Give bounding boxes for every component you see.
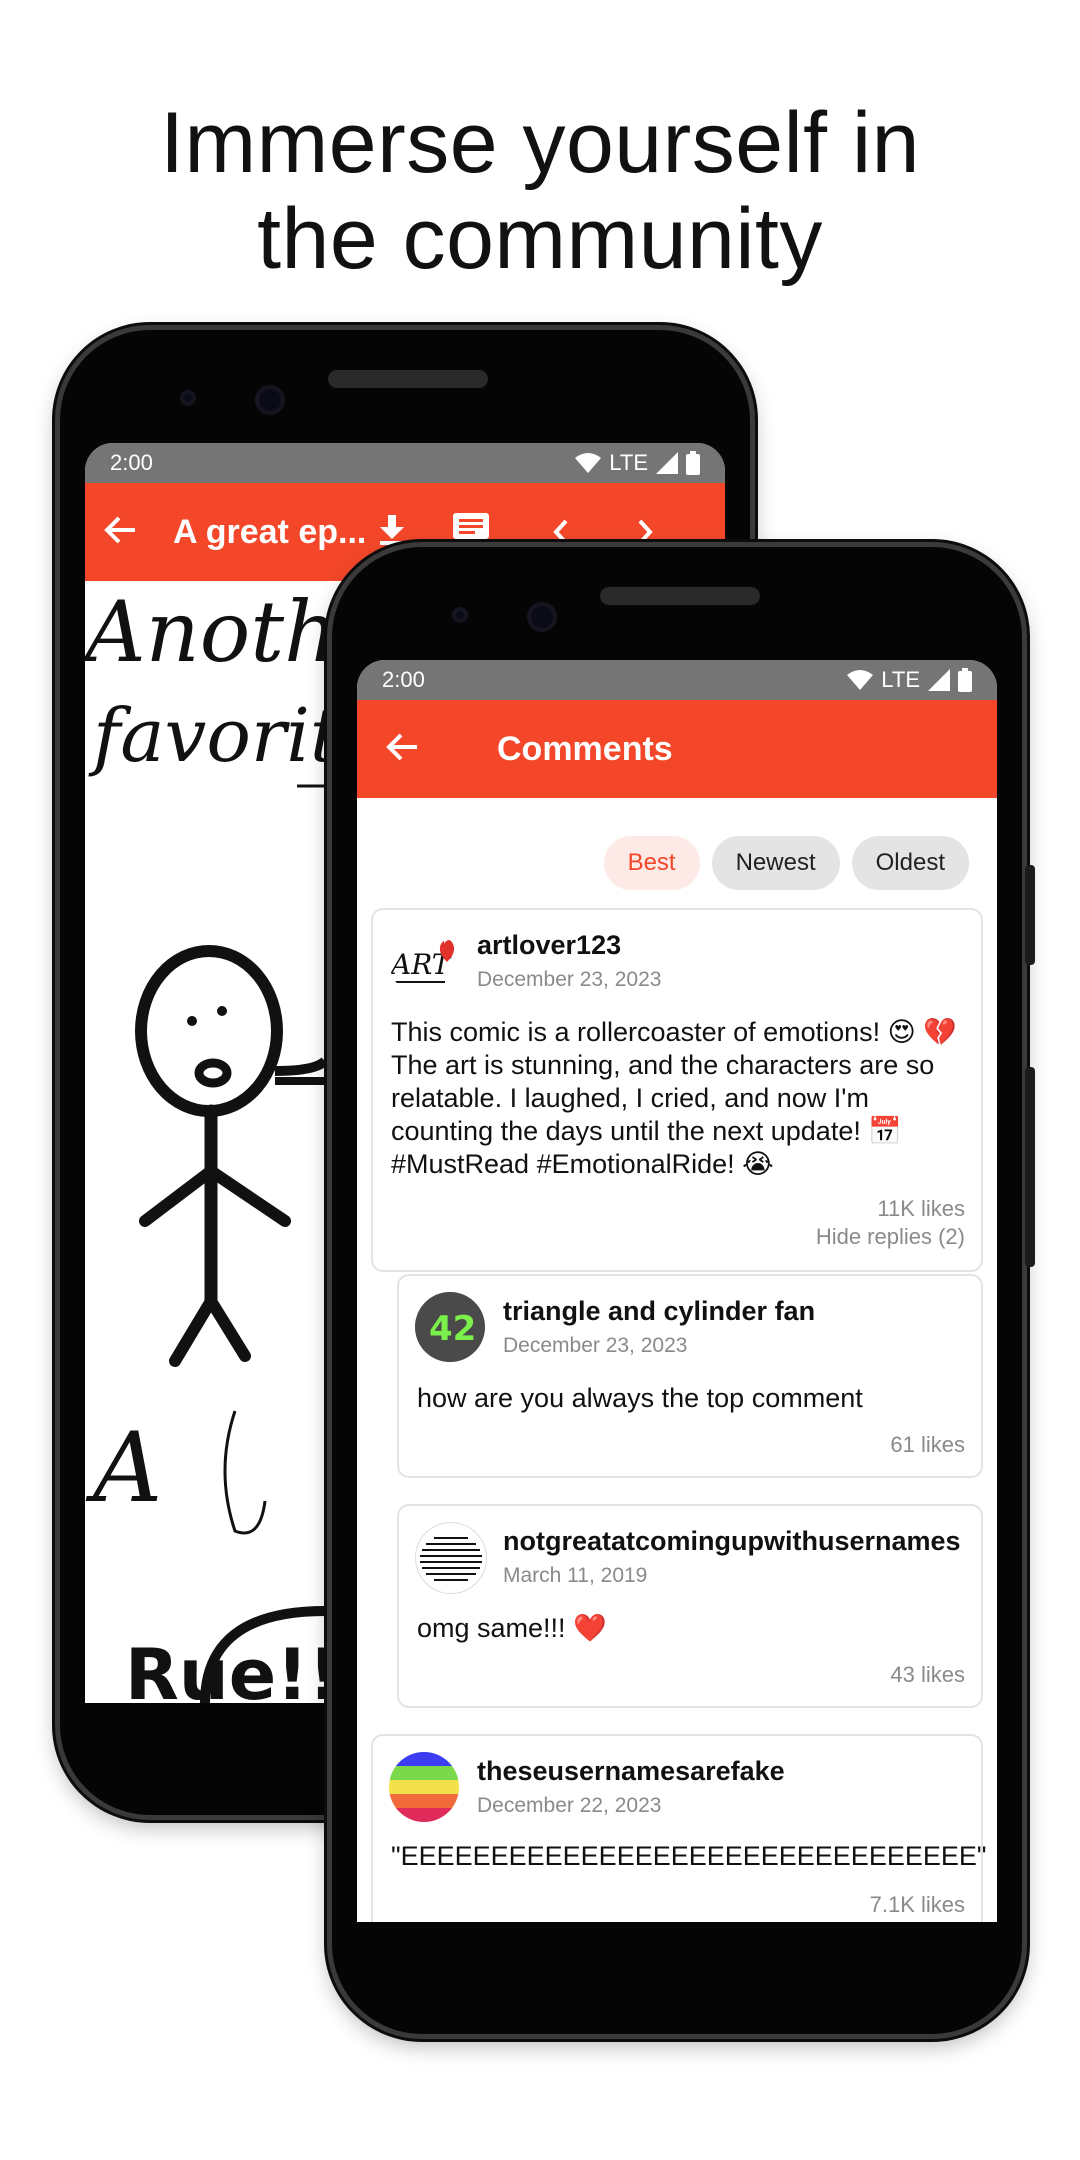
headline-line-1: Immerse yourself in	[160, 95, 920, 191]
avatar: 42	[415, 1292, 485, 1362]
battery-icon	[686, 451, 700, 475]
headline-line-2: the community	[257, 191, 823, 287]
comment-date: December 23, 2023	[477, 968, 662, 991]
comment-text: "EEEEEEEEEEEEEEEEEEEEEEEEEEEEEEEE"	[391, 1841, 987, 1871]
comic-speech-bubble: Rue!!	[125, 1634, 340, 1703]
page-title: Comments	[497, 729, 673, 768]
status-time: 2:00	[110, 450, 153, 475]
front-screen: 2:00 LTE Comments Best Newest Oldest ART	[357, 660, 997, 1922]
headline: Immerse yourself in the community	[0, 95, 1080, 287]
comment-date: March 11, 2019	[503, 1564, 648, 1587]
reply-card[interactable]: 42 triangle and cylinder fan December 23…	[397, 1274, 983, 1478]
comment-likes[interactable]: 43 likes	[890, 1662, 965, 1688]
comment-likes[interactable]: 61 likes	[890, 1432, 965, 1458]
sort-oldest-chip[interactable]: Oldest	[851, 836, 969, 890]
sort-newest-chip[interactable]: Newest	[711, 836, 840, 890]
comments-appbar: Comments	[357, 700, 997, 798]
comment-card[interactable]: ART artlover123 December 23, 2023 This c…	[371, 908, 983, 1272]
comment-username[interactable]: artlover123	[477, 930, 621, 961]
front-camera	[527, 602, 557, 632]
comment-text: how are you always the top comment	[417, 1383, 863, 1413]
comic-text-line-3: A	[85, 1412, 162, 1524]
power-button	[1025, 865, 1035, 965]
status-time: 2:00	[382, 667, 425, 692]
episode-title: A great ep...	[173, 512, 367, 551]
wifi-icon	[575, 453, 602, 473]
comment-username[interactable]: notgreatatcomingupwithusernames	[503, 1526, 961, 1557]
avatar	[389, 1752, 459, 1822]
comment-username[interactable]: triangle and cylinder fan	[503, 1296, 815, 1327]
proximity-sensor	[452, 607, 468, 623]
signal-icon	[656, 452, 678, 474]
signal-icon	[928, 669, 950, 691]
comment-username[interactable]: theseusernamesarefake	[477, 1756, 785, 1787]
status-bar: 2:00 LTE	[85, 443, 725, 483]
network-label: LTE	[609, 450, 648, 475]
comment-text: This comic is a rollercoaster of emotion…	[391, 1017, 957, 1179]
reply-card[interactable]: notgreatatcomingupwithusernames March 11…	[397, 1504, 983, 1708]
avatar: ART	[389, 926, 459, 996]
earpiece	[328, 370, 488, 388]
earpiece	[600, 587, 760, 605]
comment-date: December 23, 2023	[503, 1334, 688, 1357]
comment-text: omg same!!! ❤️	[417, 1613, 607, 1643]
sort-best-chip[interactable]: Best	[603, 836, 700, 890]
front-phone: 2:00 LTE Comments Best Newest Oldest ART	[327, 542, 1035, 2039]
proximity-sensor	[180, 390, 196, 406]
comment-likes[interactable]: 7.1K likes	[870, 1892, 965, 1918]
network-label: LTE	[881, 667, 920, 692]
comment-card[interactable]: theseusernamesarefake December 22, 2023 …	[371, 1734, 987, 1922]
avatar	[415, 1522, 487, 1594]
status-bar: 2:00 LTE	[357, 660, 997, 700]
comment-likes[interactable]: 11K likes	[877, 1196, 965, 1222]
back-arrow-icon[interactable]	[367, 727, 437, 772]
hide-replies-button[interactable]: Hide replies (2)	[816, 1224, 965, 1250]
svg-text:42: 42	[429, 1309, 476, 1349]
comment-date: December 22, 2023	[477, 1794, 662, 1817]
sort-options: Best Newest Oldest	[357, 798, 997, 904]
battery-icon	[958, 668, 972, 692]
wifi-icon	[847, 670, 874, 690]
front-camera	[255, 385, 285, 415]
volume-button	[1025, 1067, 1035, 1267]
back-arrow-icon[interactable]	[85, 510, 155, 555]
